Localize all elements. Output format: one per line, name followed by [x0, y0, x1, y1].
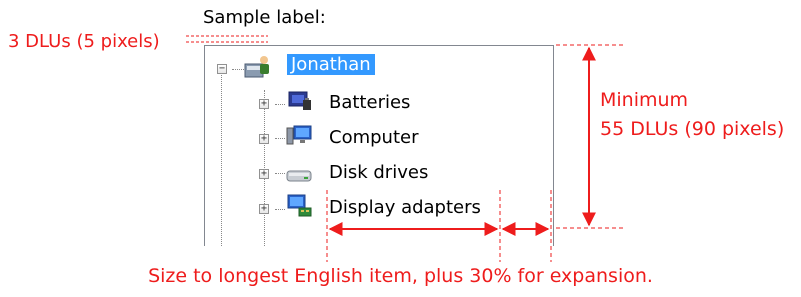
dimension-annotations	[186, 35, 624, 262]
